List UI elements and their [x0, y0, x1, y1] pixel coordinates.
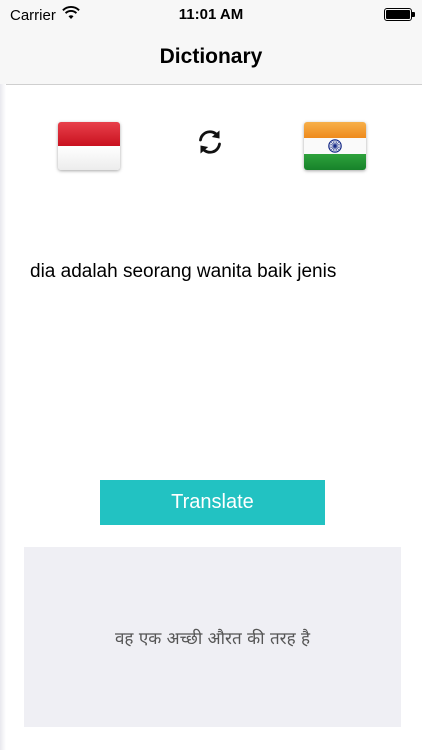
- india-flag-green-band: [304, 154, 366, 170]
- target-language-flag-button[interactable]: [304, 122, 366, 170]
- source-text-input[interactable]: dia adalah seorang wanita baik jenis: [30, 261, 336, 283]
- translation-result-text: वह एक अच्छी औरत की तरह है: [114, 628, 311, 649]
- battery-fill: [386, 10, 410, 19]
- translate-button[interactable]: Translate: [100, 480, 325, 525]
- swap-arrows-icon: [199, 130, 221, 154]
- india-flag-white-band: [304, 138, 366, 154]
- swap-languages-button[interactable]: [194, 126, 226, 158]
- left-edge-shadow: [0, 84, 6, 750]
- status-time: 11:01 AM: [178, 6, 244, 23]
- indonesia-flag-red-band: [58, 122, 120, 146]
- battery-icon: [384, 8, 415, 21]
- battery-nub: [412, 12, 415, 17]
- page-title: Dictionary: [159, 45, 263, 68]
- status-bar: Carrier 11:01 AM: [0, 0, 422, 30]
- india-flag-saffron-band: [304, 122, 366, 138]
- ashoka-chakra-icon: [328, 139, 342, 153]
- translation-result-panel: वह एक अच्छी औरत की तरह है: [24, 547, 401, 727]
- indonesia-flag-white-band: [58, 146, 120, 170]
- source-language-flag-button[interactable]: [58, 122, 120, 170]
- navigation-bar: Dictionary: [0, 30, 422, 85]
